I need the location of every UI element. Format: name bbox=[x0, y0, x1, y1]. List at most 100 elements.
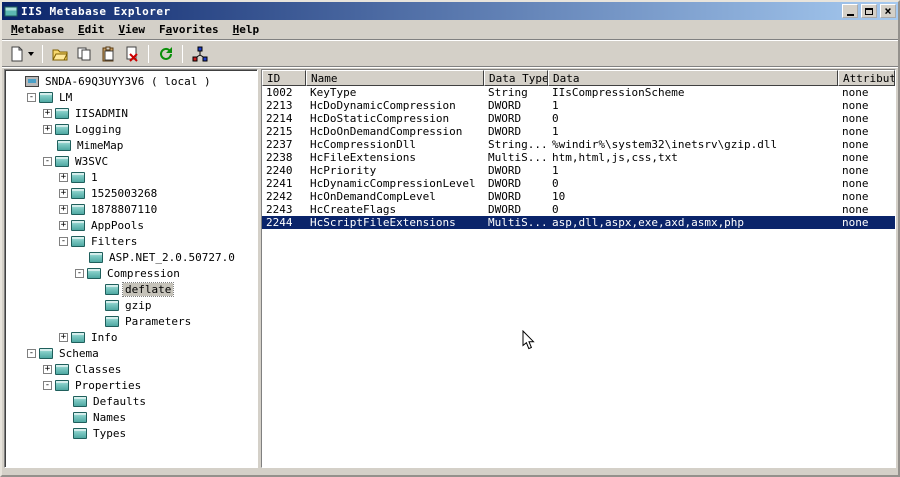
expand-box-icon[interactable]: + bbox=[59, 204, 68, 214]
tree-item-apppools[interactable]: + AppPools bbox=[5, 217, 257, 233]
expand-box-icon[interactable]: + bbox=[59, 332, 68, 342]
tree-item-label: 1878807110 bbox=[91, 202, 158, 216]
cell-data-type: DWORD bbox=[488, 164, 522, 177]
close-icon: × bbox=[884, 4, 892, 18]
tree-item-1525003268[interactable]: +1525003268 bbox=[5, 185, 257, 201]
tree-item-label: Types bbox=[93, 426, 127, 440]
table-row-2237[interactable]: 2237 HcCompressionDll String... %windir%\sy… bbox=[262, 138, 895, 151]
toolbar-separator bbox=[182, 44, 183, 63]
tree-item-1878807110[interactable]: +1878807110 bbox=[5, 201, 257, 217]
expand-box-icon[interactable]: + bbox=[43, 108, 52, 118]
column-header-data-type[interactable]: Data Type bbox=[484, 70, 548, 86]
table-row-2214[interactable]: 2214 HcDoStaticCompression DWORD 0 none bbox=[262, 112, 895, 125]
tree-item-mimemap[interactable]: MimeMap bbox=[5, 137, 257, 153]
metabase-key-icon bbox=[55, 123, 69, 135]
tree-item-label: LM bbox=[59, 90, 73, 104]
table-row-2241[interactable]: 2241 HcDynamicCompressionLevel DWORD 0 none bbox=[262, 177, 895, 190]
tree-item-gzip[interactable]: gzip bbox=[5, 297, 257, 313]
cell-attributes: none bbox=[842, 190, 869, 203]
cell-data-type: DWORD bbox=[488, 112, 522, 125]
tree-item-deflate[interactable]: deflate bbox=[5, 281, 257, 297]
collapse-box-icon[interactable]: - bbox=[43, 380, 52, 390]
column-header-data[interactable]: Data bbox=[548, 70, 838, 86]
cell-id: 2243 bbox=[266, 203, 293, 216]
tree-panel: SNDA-69Q3UYY3V6 ( local ) - LM + IISADMIN + Lo… bbox=[4, 69, 258, 468]
table-row-2242[interactable]: 2242 HcOnDemandCompLevel DWORD 10 none bbox=[262, 190, 895, 203]
menu-item-edit[interactable]: Edit bbox=[71, 21, 112, 38]
connect-button[interactable] bbox=[188, 43, 211, 65]
cell-name: HcCompressionDll bbox=[310, 138, 416, 151]
delete-icon bbox=[126, 46, 138, 62]
tree-item-schema[interactable]: - Schema bbox=[5, 345, 257, 361]
table-row-2213[interactable]: 2213 HcDoDynamicCompression DWORD 1 none bbox=[262, 99, 895, 112]
column-header-attributes[interactable]: Attributes bbox=[838, 70, 895, 86]
collapse-box-icon[interactable]: - bbox=[27, 92, 36, 102]
table-row-1002[interactable]: 1002 KeyType String IIsCompressionScheme non… bbox=[262, 86, 895, 99]
tree-item-properties[interactable]: - Properties bbox=[5, 377, 257, 393]
tree-item-info[interactable]: + Info bbox=[5, 329, 257, 345]
cell-id: 1002 bbox=[266, 86, 293, 99]
expand-box-icon[interactable]: + bbox=[59, 188, 68, 198]
expand-box-icon[interactable]: + bbox=[43, 124, 52, 134]
metabase-key-icon bbox=[55, 363, 69, 375]
metabase-key-icon bbox=[71, 331, 85, 343]
menu-item-help[interactable]: Help bbox=[226, 21, 267, 38]
tree-item-label: Filters bbox=[91, 234, 138, 248]
tree-item-classes[interactable]: + Classes bbox=[5, 361, 257, 377]
metabase-key-icon bbox=[55, 155, 69, 167]
tree-item-asp-net-2-0-50727-0[interactable]: ASP.NET_2.0.50727.0 bbox=[5, 249, 257, 265]
new-key-button[interactable] bbox=[6, 43, 37, 65]
tree-item-parameters[interactable]: Parameters bbox=[5, 313, 257, 329]
cell-attributes: none bbox=[842, 216, 869, 229]
table-row-2244[interactable]: 2244 HcScriptFileExtensions MultiS... asp,d… bbox=[262, 216, 895, 229]
tree-item-label: Schema bbox=[59, 346, 99, 360]
tree-item-1[interactable]: +1 bbox=[5, 169, 257, 185]
cell-data: 0 bbox=[552, 203, 559, 216]
tree-item-filters[interactable]: - Filters bbox=[5, 233, 257, 249]
expand-box-icon[interactable]: + bbox=[59, 172, 68, 182]
table-row-2238[interactable]: 2238 HcFileExtensions MultiS... htm,html,js… bbox=[262, 151, 895, 164]
menu-item-metabase[interactable]: Metabase bbox=[4, 21, 71, 38]
metabase-key-icon bbox=[105, 299, 119, 311]
tree-item-iisadmin[interactable]: + IISADMIN bbox=[5, 105, 257, 121]
main-area: SNDA-69Q3UYY3V6 ( local ) - LM + IISADMIN + Lo… bbox=[2, 68, 898, 469]
paste-button[interactable] bbox=[96, 43, 119, 65]
metabase-key-icon bbox=[71, 203, 85, 215]
tree-item-compression[interactable]: - Compression bbox=[5, 265, 257, 281]
delete-button[interactable] bbox=[120, 43, 143, 65]
table-row-2243[interactable]: 2243 HcCreateFlags DWORD 0 none bbox=[262, 203, 895, 216]
cell-name: HcOnDemandCompLevel bbox=[310, 190, 436, 203]
maximize-button[interactable] bbox=[861, 4, 877, 18]
expand-box-icon[interactable]: + bbox=[59, 220, 68, 230]
collapse-box-icon[interactable]: - bbox=[43, 156, 52, 166]
tree-item-names[interactable]: Names bbox=[5, 409, 257, 425]
close-button[interactable]: × bbox=[880, 4, 896, 18]
open-button[interactable] bbox=[48, 43, 71, 65]
tree-item-types[interactable]: Types bbox=[5, 425, 257, 441]
minimize-button[interactable] bbox=[842, 4, 858, 18]
collapse-box-icon[interactable]: - bbox=[59, 236, 68, 246]
cell-id: 2238 bbox=[266, 151, 293, 164]
window-title: IIS Metabase Explorer bbox=[21, 4, 171, 18]
copy-button[interactable] bbox=[72, 43, 95, 65]
tree-item-label: ASP.NET_2.0.50727.0 bbox=[109, 250, 235, 264]
toolbar bbox=[2, 41, 898, 66]
menu-item-view[interactable]: View bbox=[111, 21, 152, 38]
table-row-2240[interactable]: 2240 HcPriority DWORD 1 none bbox=[262, 164, 895, 177]
cell-attributes: none bbox=[842, 203, 869, 216]
collapse-box-icon[interactable]: - bbox=[27, 348, 36, 358]
table-row-2215[interactable]: 2215 HcDoOnDemandCompression DWORD 1 none bbox=[262, 125, 895, 138]
refresh-button[interactable] bbox=[154, 43, 177, 65]
column-header-name[interactable]: Name bbox=[306, 70, 484, 86]
tree-item-lm[interactable]: - LM bbox=[5, 89, 257, 105]
tree-item-snda-69q3uyy3v6-local[interactable]: SNDA-69Q3UYY3V6 ( local ) bbox=[5, 73, 257, 89]
tree-item-defaults[interactable]: Defaults bbox=[5, 393, 257, 409]
column-header-id[interactable]: ID bbox=[262, 70, 306, 86]
tree-item-logging[interactable]: + Logging bbox=[5, 121, 257, 137]
menu-item-favorites[interactable]: Favorites bbox=[152, 21, 226, 38]
cell-attributes: none bbox=[842, 86, 869, 99]
expand-box-icon[interactable]: + bbox=[43, 364, 52, 374]
collapse-box-icon[interactable]: - bbox=[75, 268, 84, 278]
tree-item-w3svc[interactable]: - W3SVC bbox=[5, 153, 257, 169]
metabase-key-icon bbox=[39, 347, 53, 359]
